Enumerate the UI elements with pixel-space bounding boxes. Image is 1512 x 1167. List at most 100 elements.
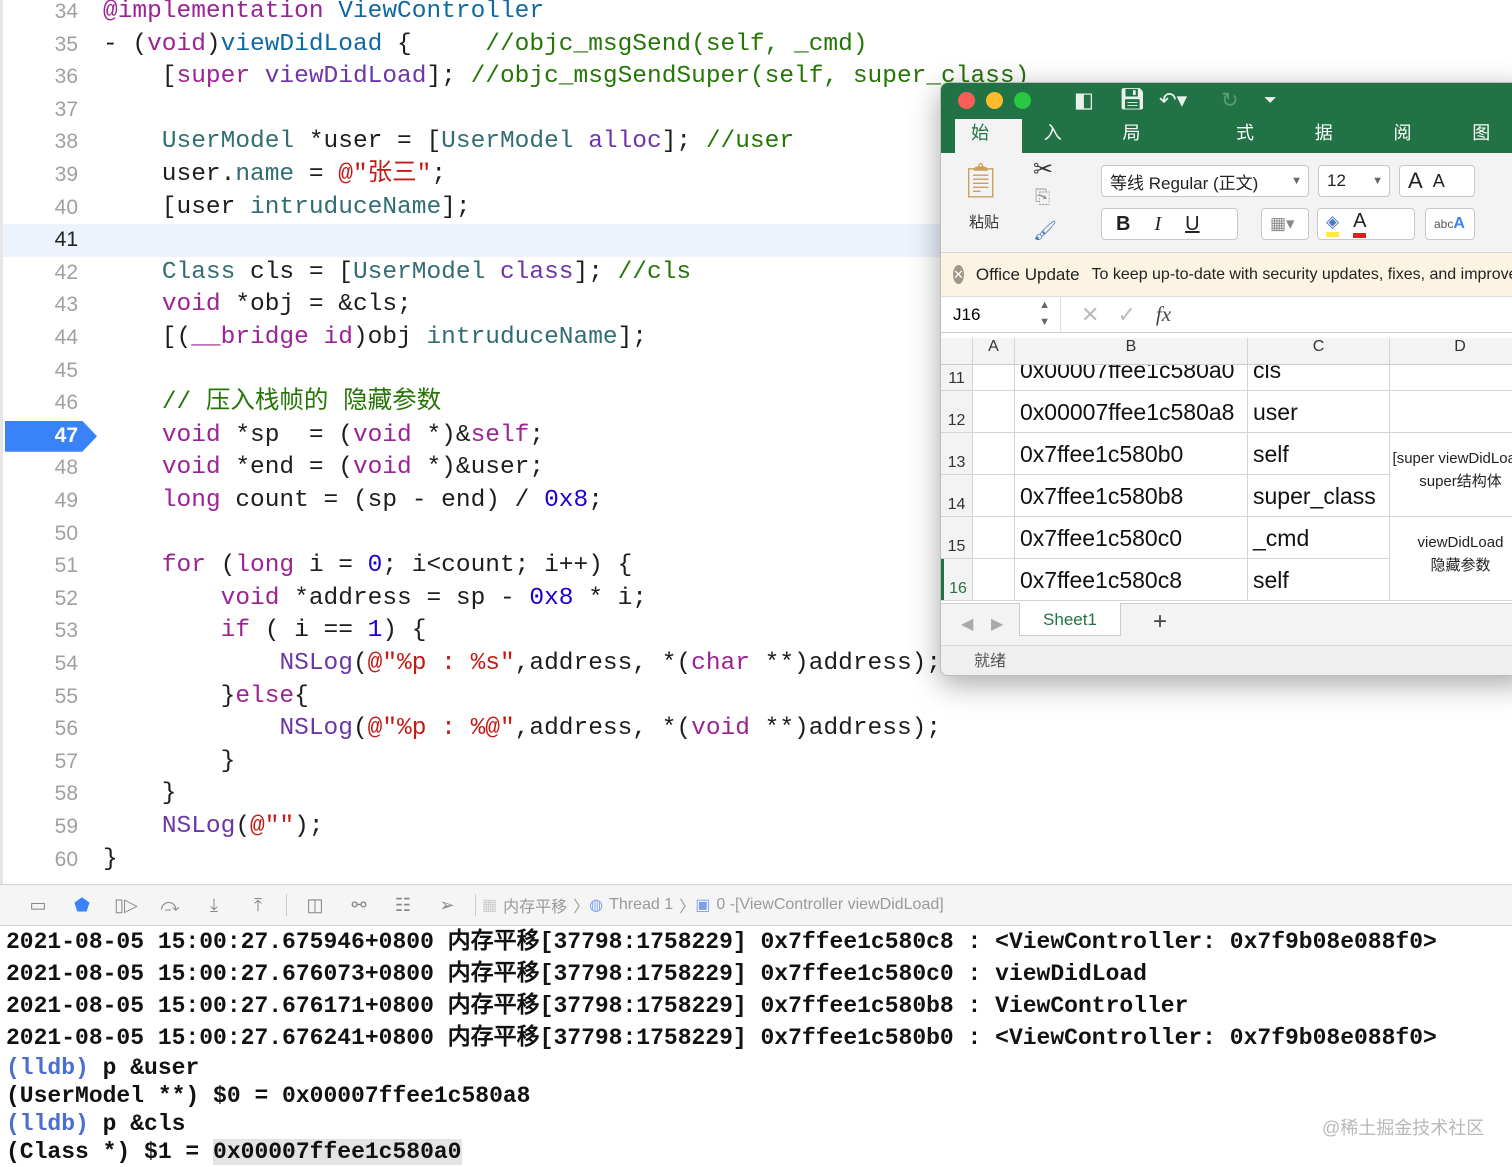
cell-c[interactable]: self — [1248, 559, 1390, 600]
sheet-tab-sheet1[interactable]: Sheet1 — [1019, 603, 1121, 636]
column-header[interactable]: A — [973, 338, 1015, 364]
row-header[interactable]: 16 — [941, 559, 973, 600]
merged-note-cell[interactable]: [super viewDidLoad] super结构体 — [1390, 447, 1512, 493]
row-header[interactable]: 12 — [941, 391, 973, 432]
paste-icon[interactable]: 📋︎ — [959, 161, 1002, 201]
line-number[interactable]: 57 — [3, 746, 78, 779]
cancel-icon[interactable]: ✕ — [1081, 302, 1099, 328]
format-painter-icon[interactable]: 🖌︎ — [1033, 219, 1057, 243]
column-header[interactable]: B — [1015, 338, 1248, 364]
line-number[interactable]: 44 — [3, 322, 78, 355]
cell-c[interactable]: cls — [1248, 365, 1390, 390]
line-number[interactable]: 46 — [3, 387, 78, 420]
cell-c[interactable]: user — [1248, 391, 1390, 432]
undo-icon[interactable]: ↶▾ — [1159, 88, 1187, 113]
select-all-corner[interactable] — [941, 338, 973, 364]
line-number[interactable]: 54 — [3, 648, 78, 681]
spreadsheet-grid[interactable]: A B C D 11 0x00007ffee1c580a0 cls 12 0x00007… — [941, 338, 1512, 601]
line-number[interactable]: 60 — [3, 844, 78, 877]
function-icon[interactable]: fx — [1156, 302, 1171, 327]
breadcrumb-frame[interactable]: 0 -[ViewController viewDidLoad] — [716, 896, 943, 914]
cell-b[interactable]: 0x7ffee1c580c0 — [1015, 517, 1248, 558]
line-number[interactable]: 48 — [3, 452, 78, 485]
step-out-icon[interactable]: ⤒ — [236, 895, 280, 916]
cell-a[interactable] — [973, 475, 1015, 516]
shrink-font-button[interactable]: A — [1433, 171, 1445, 192]
cell-a[interactable] — [973, 433, 1015, 474]
font-name-select[interactable]: 等线 Regular (正文) ▼ — [1101, 165, 1309, 197]
line-number[interactable]: 36 — [3, 61, 78, 94]
paste-label[interactable]: 粘贴 — [969, 211, 999, 232]
font-color-button[interactable]: A — [1353, 210, 1367, 238]
column-header[interactable]: C — [1248, 338, 1390, 364]
line-number[interactable]: 41 — [3, 224, 78, 257]
cell-c[interactable]: self — [1248, 433, 1390, 474]
add-sheet-button[interactable]: + — [1153, 608, 1167, 636]
breadcrumb-process[interactable]: 内存平移 — [503, 893, 567, 917]
close-icon[interactable]: ✕ — [953, 265, 964, 284]
column-header[interactable]: D — [1390, 338, 1512, 364]
step-over-icon[interactable]: ⤼ — [148, 895, 192, 916]
view-hierarchy-icon[interactable]: ◫ — [293, 895, 337, 916]
memory-graph-icon[interactable]: ⚯ — [337, 895, 381, 916]
font-size-select[interactable]: 12 ▼ — [1318, 165, 1390, 197]
customize-toolbar-icon[interactable]: ⏷ — [1264, 92, 1277, 110]
row-header[interactable]: 13 — [941, 433, 973, 474]
close-button[interactable] — [958, 92, 975, 109]
cell-b[interactable]: 0x7ffee1c580b0 — [1015, 433, 1248, 474]
cell-d[interactable] — [1390, 391, 1512, 432]
copy-icon[interactable]: ⎘ — [1035, 187, 1050, 209]
cell-b[interactable]: 0x00007ffee1c580a0 — [1015, 365, 1248, 390]
code-line[interactable]: 57 } — [3, 746, 1512, 779]
underline-button[interactable]: U — [1185, 213, 1199, 236]
fill-color-icon[interactable]: ◈ — [1326, 212, 1340, 237]
line-number[interactable]: 52 — [3, 583, 78, 616]
code-line[interactable]: 35 - (void)viewDidLoad { //objc_msgSend(s… — [3, 29, 1512, 62]
minimize-button[interactable] — [986, 92, 1003, 109]
line-number[interactable]: 34 — [3, 0, 78, 29]
simulate-location-icon[interactable]: ➢ — [425, 895, 469, 916]
line-number[interactable]: 43 — [3, 289, 78, 322]
row-header[interactable]: 11 — [941, 365, 973, 390]
row-header[interactable]: 14 — [941, 475, 973, 516]
name-box[interactable]: J16 ▲ ▼ — [941, 296, 1061, 333]
enter-icon[interactable]: ✓ — [1117, 302, 1135, 328]
scroll-left-icon[interactable]: ◀ — [961, 614, 973, 634]
line-number[interactable]: 59 — [3, 811, 78, 844]
merged-note-cell[interactable]: viewDidLoad 隐藏参数 — [1390, 531, 1512, 577]
code-line[interactable]: 58 } — [3, 778, 1512, 811]
line-number[interactable]: 42 — [3, 257, 78, 290]
code-line[interactable]: 55 }else{ — [3, 681, 1512, 714]
cell-b[interactable]: 0x00007ffee1c580a8 — [1015, 391, 1248, 432]
line-number[interactable]: 50 — [3, 518, 78, 551]
hide-debug-area-icon[interactable]: ▭ — [16, 895, 60, 916]
line-number[interactable]: 39 — [3, 159, 78, 192]
zoom-button[interactable] — [1014, 92, 1031, 109]
phonetic-button[interactable]: abc A — [1425, 208, 1475, 240]
row-header[interactable]: 15 — [941, 517, 973, 558]
code-line[interactable]: 59 NSLog(@""); — [3, 811, 1512, 844]
cell-b[interactable]: 0x7ffee1c580c8 — [1015, 559, 1248, 600]
italic-button[interactable]: I — [1154, 213, 1161, 236]
grow-font-button[interactable]: A — [1408, 168, 1423, 194]
line-number[interactable]: 53 — [3, 615, 78, 648]
line-number[interactable]: 40 — [3, 192, 78, 225]
environment-overrides-icon[interactable]: ☷ — [381, 895, 425, 916]
line-number[interactable]: 49 — [3, 485, 78, 518]
line-number[interactable]: 55 — [3, 681, 78, 714]
cell-a[interactable] — [973, 559, 1015, 600]
line-number[interactable]: 37 — [3, 94, 78, 127]
bold-button[interactable]: B — [1116, 213, 1130, 236]
cell-c[interactable]: _cmd — [1248, 517, 1390, 558]
save-icon[interactable]: 💾︎ — [1119, 88, 1146, 112]
cut-icon[interactable]: ✂ — [1033, 155, 1053, 184]
line-number[interactable]: 58 — [3, 778, 78, 811]
cell-a[interactable] — [973, 517, 1015, 558]
code-line[interactable]: 60} — [3, 844, 1512, 877]
breadcrumb-thread[interactable]: Thread 1 — [609, 896, 673, 914]
breakpoints-toggle-icon[interactable]: ⬟ — [60, 895, 104, 916]
sidebar-icon[interactable]: ◧ — [1074, 88, 1094, 113]
step-into-icon[interactable]: ⤓ — [192, 895, 236, 916]
cell-b[interactable]: 0x7ffee1c580b8 — [1015, 475, 1248, 516]
line-number[interactable]: 51 — [3, 550, 78, 583]
